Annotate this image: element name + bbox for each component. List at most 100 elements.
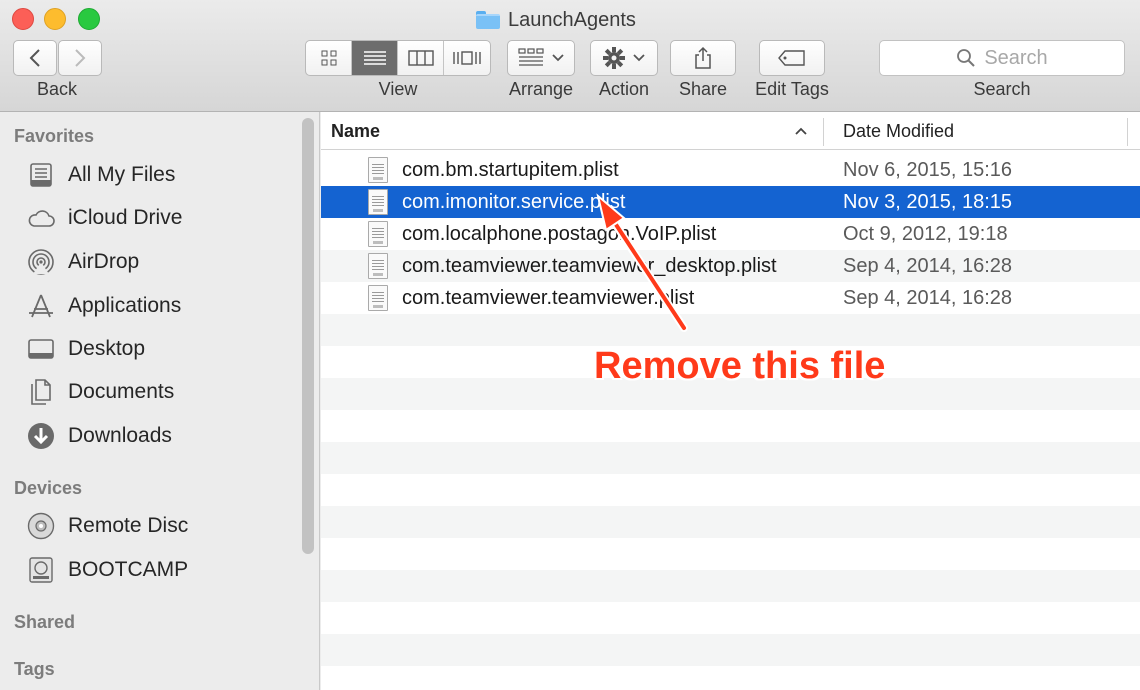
file-row[interactable]: com.bm.startupitem.plist Nov 6, 2015, 15… [321, 154, 1140, 186]
empty-row [321, 634, 1140, 666]
view-label: View [378, 79, 418, 99]
window-toolbar: LaunchAgents Back View Arrange Action Sh… [0, 0, 1140, 112]
empty-row [321, 538, 1140, 570]
file-date: Oct 9, 2012, 19:18 [843, 222, 1008, 245]
sidebar-item-bootcamp[interactable]: BOOTCAMP [26, 554, 188, 586]
coverflow-view-button[interactable] [444, 41, 490, 75]
sidebar-item-label: All My Files [68, 163, 176, 186]
columns-icon [407, 50, 434, 66]
disc-icon [26, 511, 56, 541]
cloud-icon [26, 203, 56, 233]
column-view-button[interactable] [398, 41, 444, 75]
empty-row [321, 314, 1140, 346]
icon-view-button[interactable] [306, 41, 352, 75]
column-divider[interactable] [1127, 118, 1128, 146]
zoom-window-button[interactable] [78, 8, 100, 30]
file-name: com.teamviewer.teamviewer.plist [402, 286, 695, 309]
sidebar-item-documents[interactable]: Documents [26, 376, 174, 408]
empty-row [321, 602, 1140, 634]
sidebar-item-downloads[interactable]: Downloads [26, 420, 172, 452]
file-date: Nov 6, 2015, 15:16 [843, 158, 1013, 181]
minimize-window-button[interactable] [44, 8, 66, 30]
plist-file-icon [368, 285, 388, 311]
action-button[interactable] [590, 40, 658, 76]
chevron-down-icon [552, 54, 564, 62]
documents-icon [26, 377, 56, 407]
action-label: Action [598, 79, 650, 99]
column-header-date-modified[interactable]: Date Modified [843, 121, 954, 142]
search-placeholder: Search [984, 46, 1048, 69]
all-files-icon [26, 160, 56, 190]
window-title-text: LaunchAgents [508, 8, 636, 31]
empty-row [321, 442, 1140, 474]
sidebar-header-devices: Devices [14, 478, 83, 498]
file-row[interactable]: com.teamviewer.teamviewer_desktop.plist … [321, 250, 1140, 282]
close-window-button[interactable] [12, 8, 34, 30]
chevron-right-icon [75, 49, 86, 67]
edit-tags-label: Edit Tags [755, 79, 829, 99]
forward-button[interactable] [58, 40, 102, 76]
sidebar-item-applications[interactable]: Applications [26, 290, 181, 322]
file-name: com.teamviewer.teamviewer_desktop.plist [402, 254, 777, 277]
annotation-label: Remove this file [594, 345, 886, 387]
search-input[interactable]: Search [879, 40, 1125, 76]
column-header-name[interactable]: Name [331, 121, 380, 142]
sidebar-header-favorites: Favorites [14, 126, 95, 146]
arrange-label: Arrange [508, 79, 574, 99]
coverflow-icon [453, 51, 481, 65]
edit-tags-button[interactable] [759, 40, 825, 76]
sidebar-item-label: BOOTCAMP [68, 558, 189, 581]
file-row[interactable]: com.teamviewer.teamviewer.plist Sep 4, 2… [321, 282, 1140, 314]
icon-grid-icon [321, 50, 336, 66]
arrange-grid-icon [518, 48, 544, 66]
sidebar-scrollbar[interactable] [302, 118, 314, 554]
column-header: Name Date Modified [321, 112, 1140, 150]
folder-icon [476, 11, 500, 29]
plist-file-icon [368, 157, 388, 183]
file-date: Sep 4, 2014, 16:28 [843, 286, 1013, 309]
file-row[interactable]: com.localphone.postagon.VoIP.plist Oct 9… [321, 218, 1140, 250]
plist-file-icon [368, 189, 388, 215]
sidebar-item-desktop[interactable]: Desktop [26, 333, 145, 365]
file-name: com.imonitor.service.plist [402, 190, 626, 213]
chevron-down-icon [633, 54, 645, 62]
empty-row [321, 666, 1140, 690]
file-name: com.localphone.postagon.VoIP.plist [402, 222, 717, 245]
empty-row [321, 570, 1140, 602]
sidebar-item-label: Downloads [68, 424, 172, 447]
downloads-icon [26, 421, 56, 451]
sidebar-item-label: Documents [68, 380, 175, 403]
sidebar-item-airdrop[interactable]: AirDrop [26, 246, 139, 278]
file-row-selected[interactable]: com.imonitor.service.plist Nov 3, 2015, … [321, 186, 1140, 218]
file-date: Sep 4, 2014, 16:28 [843, 254, 1013, 277]
back-label: Back [36, 79, 78, 99]
column-divider[interactable] [823, 118, 824, 146]
sidebar-item-label: Applications [68, 294, 182, 317]
list-view-button[interactable] [352, 41, 398, 75]
sidebar-item-all-my-files[interactable]: All My Files [26, 159, 175, 191]
airdrop-icon [26, 247, 56, 277]
sidebar-item-icloud-drive[interactable]: iCloud Drive [26, 202, 182, 234]
view-mode-control[interactable] [305, 40, 491, 76]
file-name: com.bm.startupitem.plist [402, 158, 619, 181]
sidebar-item-remote-disc[interactable]: Remote Disc [26, 510, 188, 542]
sidebar-item-label: Remote Disc [68, 514, 189, 537]
gear-icon [603, 47, 625, 69]
chevron-left-icon [29, 49, 40, 67]
plist-file-icon [368, 221, 388, 247]
empty-row [321, 506, 1140, 538]
sidebar-item-label: Desktop [68, 337, 146, 360]
sidebar-header-shared: Shared [14, 612, 76, 632]
search-icon [957, 49, 976, 67]
sort-ascending-icon [795, 127, 807, 135]
arrange-button[interactable] [507, 40, 575, 76]
tag-icon [778, 50, 805, 66]
drive-icon [26, 555, 56, 585]
window-title: LaunchAgents [476, 7, 636, 33]
plist-file-icon [368, 253, 388, 279]
file-list: Name Date Modified com.bm.startupitem.pl… [321, 112, 1140, 690]
empty-row [321, 410, 1140, 442]
search-label: Search [973, 79, 1031, 99]
back-button[interactable] [13, 40, 57, 76]
share-button[interactable] [670, 40, 736, 76]
